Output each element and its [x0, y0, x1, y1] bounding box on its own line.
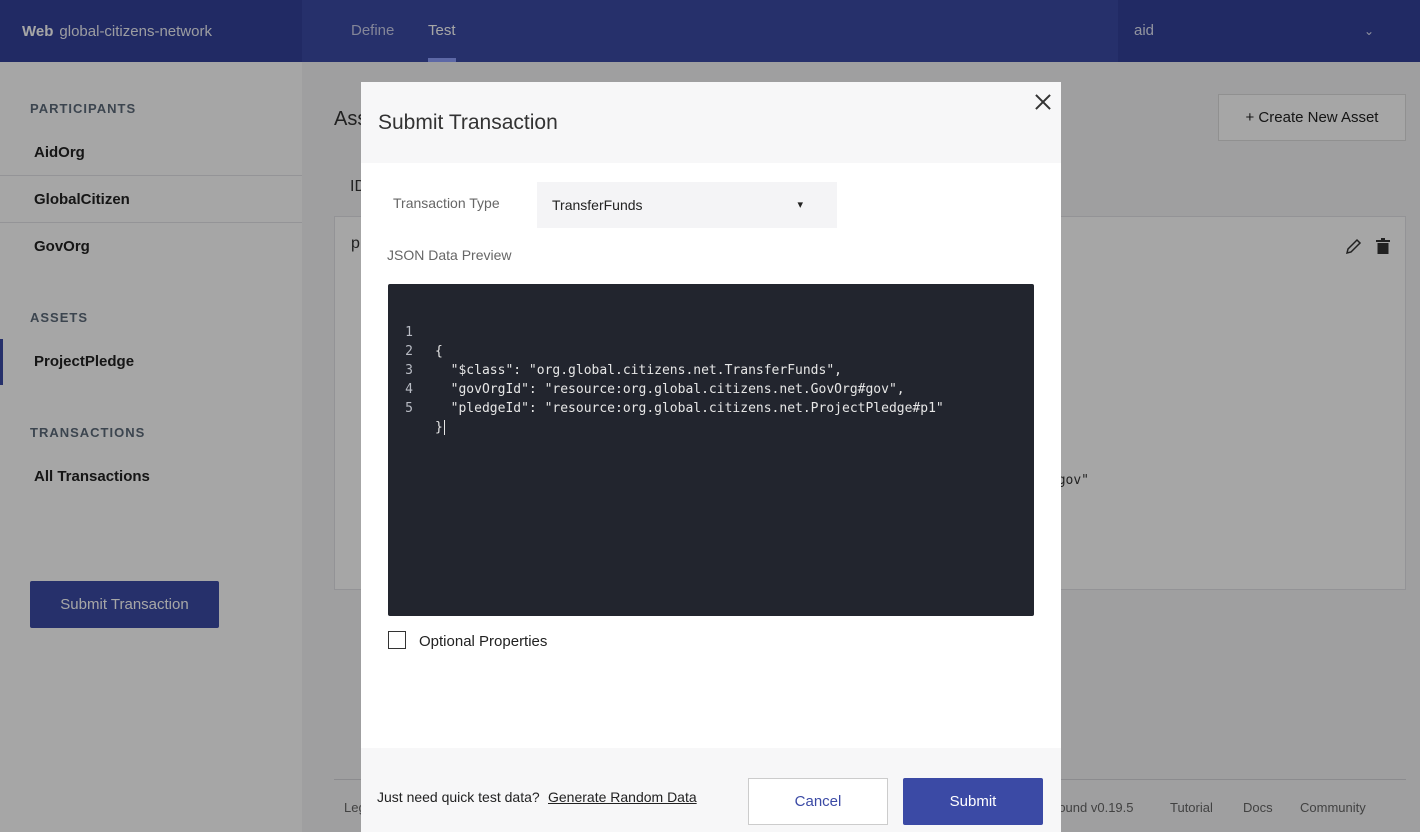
- generate-random-data-link[interactable]: Generate Random Data: [548, 789, 697, 805]
- code-line: 5 }: [388, 380, 1034, 435]
- code-line: 2 "$class": "org.global.citizens.net.Tra…: [388, 323, 1034, 378]
- transaction-type-value: TransferFunds: [552, 197, 643, 213]
- transaction-type-label: Transaction Type: [393, 195, 500, 211]
- code-last-line: }: [435, 418, 445, 437]
- chevron-down-icon: ▾: [797, 199, 803, 211]
- json-preview-label: JSON Data Preview: [387, 247, 512, 263]
- code-line: 4 "pledgeId": "resource:org.global.citiz…: [388, 361, 1034, 416]
- modal-title: Submit Transaction: [378, 111, 558, 134]
- quick-test-text: Just need quick test data?: [377, 789, 540, 805]
- text-cursor: [443, 420, 445, 435]
- transaction-type-select[interactable]: TransferFunds ▾: [537, 182, 837, 228]
- optional-properties-label[interactable]: Optional Properties: [419, 633, 547, 650]
- code-line: 1 {: [388, 304, 1034, 359]
- modal-footer: Just need quick test data? Generate Rand…: [361, 748, 1061, 832]
- code-line: 3 "govOrgId": "resource:org.global.citiz…: [388, 342, 1034, 397]
- modal-header: Submit Transaction: [361, 82, 1061, 163]
- close-icon[interactable]: [1031, 90, 1055, 114]
- code-text: }: [435, 420, 443, 435]
- optional-properties-checkbox[interactable]: [388, 631, 406, 649]
- submit-button[interactable]: Submit: [903, 778, 1043, 825]
- cancel-button[interactable]: Cancel: [748, 778, 888, 825]
- code-text: "pledgeId": "resource:org.global.citizen…: [435, 401, 944, 416]
- json-editor[interactable]: 1 { 2 "$class": "org.global.citizens.net…: [388, 284, 1034, 616]
- submit-transaction-modal: Submit Transaction Transaction Type Tran…: [361, 82, 1061, 832]
- line-number: 5: [405, 401, 413, 416]
